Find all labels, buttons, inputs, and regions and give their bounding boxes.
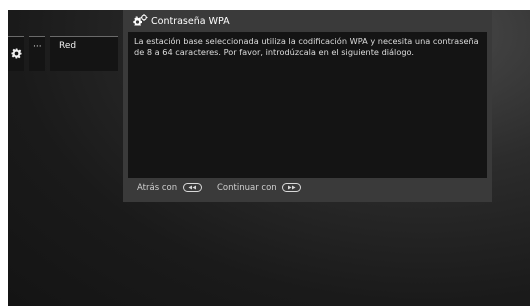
dialog-header: Contraseña WPA — [123, 10, 492, 32]
gears-icon — [133, 14, 148, 26]
back-action[interactable]: Atrás con — [137, 183, 202, 193]
dialog-title: Contraseña WPA — [151, 16, 230, 27]
menu-item-settings[interactable] — [8, 36, 24, 71]
dialog-footer: Atrás con Continuar con — [123, 178, 492, 202]
dialog-body: La estación base seleccionada utiliza la… — [128, 32, 487, 178]
more-label: ··· — [33, 42, 42, 52]
tv-screen: ··· Red Contraseña WPA La estación base … — [8, 10, 530, 306]
menu-item-more[interactable]: ··· — [29, 36, 45, 71]
forward-key-icon — [282, 183, 302, 192]
back-label: Atrás con — [137, 183, 178, 193]
dialog-message: La estación base seleccionada utiliza la… — [134, 36, 479, 57]
network-label: Red — [59, 41, 77, 51]
continue-label: Continuar con — [217, 183, 277, 193]
menu-item-network[interactable]: Red — [50, 36, 118, 71]
gear-icon — [11, 48, 22, 59]
rewind-key-icon — [182, 183, 202, 192]
continue-action[interactable]: Continuar con — [217, 183, 302, 193]
wpa-password-dialog: Contraseña WPA La estación base seleccio… — [123, 10, 492, 202]
